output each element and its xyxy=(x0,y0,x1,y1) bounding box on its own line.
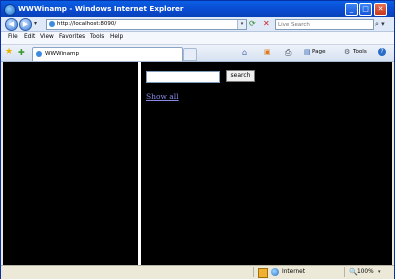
menu-bar: File Edit View Favorites Tools Help xyxy=(1,32,394,45)
refresh-icon[interactable]: ⟳ xyxy=(249,20,257,28)
browser-window: WWWinamp - Windows Internet Explorer _ □… xyxy=(0,0,395,279)
page-menu-icon[interactable]: ▤ xyxy=(304,48,311,57)
address-bar[interactable]: http://localhost:8090/ ▾ xyxy=(46,19,247,30)
security-zone-label: Internet xyxy=(282,269,306,275)
back-button[interactable]: ◀ xyxy=(5,18,18,31)
tab-page-icon xyxy=(36,51,42,57)
status-divider xyxy=(253,267,254,277)
menu-tools[interactable]: Tools xyxy=(90,34,104,40)
protected-mode-icon xyxy=(258,268,268,278)
internet-explorer-icon xyxy=(4,4,16,16)
page-menu[interactable]: Page xyxy=(312,49,326,55)
tools-menu-icon[interactable]: ⚙ xyxy=(344,48,350,57)
title-bar[interactable]: WWWinamp - Windows Internet Explorer _ □… xyxy=(1,1,394,17)
add-to-favorites-icon[interactable]: ✚ xyxy=(18,48,25,57)
zoom-dropdown-icon[interactable]: ▾ xyxy=(378,269,381,275)
address-text[interactable]: http://localhost:8090/ xyxy=(57,20,116,29)
help-icon[interactable]: ? xyxy=(378,48,386,56)
show-all-link[interactable]: Show all xyxy=(146,92,179,101)
internet-zone-icon xyxy=(271,268,279,276)
tab-and-command-bar: ★ ✚ WWWinamp ⌂ ▣ ⎙ ▤ Page ⚙ Tools ? xyxy=(1,45,394,62)
maximize-button[interactable]: □ xyxy=(359,3,372,16)
forward-button[interactable]: ▶ xyxy=(19,18,32,31)
right-frame: search Show all xyxy=(141,62,392,265)
page-content: search Show all xyxy=(3,62,392,265)
menu-favorites[interactable]: Favorites xyxy=(59,34,85,40)
close-button[interactable]: ✕ xyxy=(374,3,387,16)
minimize-button[interactable]: _ xyxy=(345,3,358,16)
search-query-input[interactable] xyxy=(146,71,220,83)
menu-edit[interactable]: Edit xyxy=(24,34,35,40)
page-icon xyxy=(49,21,55,27)
new-tab-button[interactable] xyxy=(183,48,197,61)
favorites-center-icon[interactable]: ★ xyxy=(5,48,13,57)
stop-icon[interactable]: ✕ xyxy=(263,20,271,28)
search-go-icon[interactable]: ⌕ ▾ xyxy=(375,19,391,29)
print-icon[interactable]: ⎙ xyxy=(285,48,291,57)
recent-pages-dropdown[interactable]: ▾ xyxy=(34,20,37,27)
menu-file[interactable]: File xyxy=(8,34,18,40)
zoom-level[interactable]: 100% xyxy=(357,269,374,275)
left-frame xyxy=(3,62,138,265)
menu-view[interactable]: View xyxy=(40,34,54,40)
menu-help[interactable]: Help xyxy=(110,34,123,40)
search-button[interactable]: search xyxy=(226,70,255,82)
address-dropdown-button[interactable]: ▾ xyxy=(237,20,246,29)
tab-label: WWWinamp xyxy=(45,51,79,57)
status-divider xyxy=(344,267,345,277)
navigation-bar: ◀ ▶ ▾ http://localhost:8090/ ▾ ⟳ ✕ ⌕ ▾ xyxy=(1,17,394,32)
status-bar: Internet 🔍 100% ▾ xyxy=(1,265,394,279)
tab-wwwinamp[interactable]: WWWinamp xyxy=(32,47,183,61)
live-search-box[interactable] xyxy=(275,19,374,30)
live-search-input[interactable] xyxy=(278,20,368,29)
tools-menu[interactable]: Tools xyxy=(353,49,367,55)
window-title: WWWinamp - Windows Internet Explorer xyxy=(18,4,184,13)
feeds-icon[interactable]: ▣ xyxy=(264,48,271,57)
home-icon[interactable]: ⌂ xyxy=(242,48,247,57)
